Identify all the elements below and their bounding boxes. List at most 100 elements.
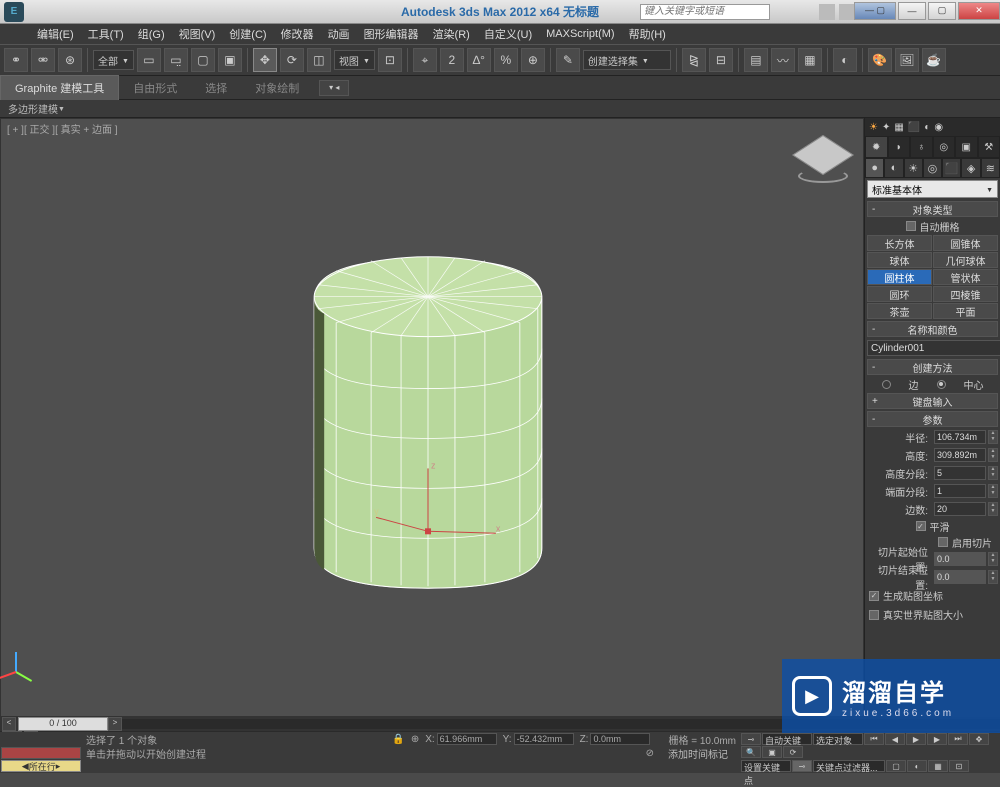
nav-region-icon[interactable]: ▣ — [762, 746, 782, 758]
rollout-keyboard-entry[interactable]: +键盘输入 — [867, 393, 998, 409]
slice-checkbox[interactable] — [938, 537, 948, 547]
prim-torus[interactable]: 圆环 — [867, 286, 932, 302]
playback-end-icon[interactable]: ⏭ — [948, 733, 968, 745]
tab-display-icon[interactable]: ▣ — [955, 136, 978, 158]
maximize-button[interactable]: ▢ — [928, 2, 956, 20]
playback-next-icon[interactable]: ▶ — [927, 733, 947, 745]
radio-edge[interactable] — [882, 380, 891, 389]
rollout-object-type[interactable]: -对象类型 — [867, 201, 998, 217]
spacewarps-icon[interactable]: ◈ — [961, 158, 980, 178]
material-editor-icon[interactable]: ◐ — [833, 48, 857, 72]
time-slider-block[interactable]: 0 / 100 — [18, 717, 108, 731]
select-region-icon[interactable]: ▢ — [191, 48, 215, 72]
cylinder-object[interactable] — [314, 257, 542, 588]
menu-modifiers[interactable]: 修改器 — [274, 24, 321, 44]
render-setup-icon[interactable]: 🎨 — [868, 48, 892, 72]
radio-center[interactable] — [937, 380, 946, 389]
unlink-icon[interactable]: ⚮ — [31, 48, 55, 72]
menu-help[interactable]: 帮助(H) — [622, 24, 673, 44]
rollout-parameters[interactable]: -参数 — [867, 411, 998, 427]
tab-objectpaint[interactable]: 对象绘制 — [241, 76, 313, 100]
status-mini-thumb[interactable] — [1, 747, 81, 759]
primitive-category-dropdown[interactable]: 标准基本体 — [867, 180, 998, 198]
coord-x[interactable]: 61.966mm — [437, 733, 497, 745]
viewport[interactable]: [ + ][ 正交 ][ 真实 + 边面 ] — [0, 118, 864, 717]
app-icon[interactable]: E — [4, 2, 24, 22]
setkey-button[interactable]: 设置关键点 — [741, 760, 791, 772]
tab-modify-icon[interactable]: ◗ — [888, 136, 911, 158]
curve-editor-icon[interactable]: 〰 — [771, 48, 795, 72]
refcoord-dropdown[interactable]: 视图 — [334, 50, 375, 70]
rendered-frame-icon[interactable]: 🖼 — [895, 48, 919, 72]
smooth-checkbox[interactable]: ✓ — [916, 521, 926, 531]
ribbon-expand-button[interactable]: ▾ ◂ — [319, 80, 349, 96]
render-prod-icon[interactable]: ☕ — [922, 48, 946, 72]
nav-zoom-icon[interactable]: 🔍 — [741, 746, 761, 758]
sides-spinner[interactable]: ▲▼ — [988, 502, 998, 516]
viewcube[interactable] — [793, 127, 853, 187]
rollout-name-color[interactable]: -名称和颜色 — [867, 321, 998, 337]
tab-create-icon[interactable]: ✹ — [865, 136, 888, 158]
prim-pyramid[interactable]: 四棱锥 — [933, 286, 998, 302]
keyfilter-button[interactable]: 关键点过滤器... — [813, 760, 885, 772]
prim-cone[interactable]: 圆锥体 — [933, 235, 998, 251]
radius-input[interactable]: 106.734m — [934, 430, 986, 444]
select-manipulate-icon[interactable]: ⌖ — [413, 48, 437, 72]
menu-grapheditors[interactable]: 图形编辑器 — [357, 24, 426, 44]
help-search-input[interactable] — [640, 4, 770, 20]
nav-pan-icon[interactable]: ✥ — [969, 733, 989, 745]
realworld-checkbox[interactable] — [869, 610, 879, 620]
prim-plane[interactable]: 平面 — [933, 303, 998, 319]
playback-start-icon[interactable]: ⏮ — [864, 733, 884, 745]
mirror-icon[interactable]: ⧎ — [682, 48, 706, 72]
systems-icon[interactable]: ≋ — [981, 158, 1000, 178]
keyobj-dropdown[interactable]: 选定对象 — [813, 733, 863, 745]
menu-views[interactable]: 视图(V) — [172, 24, 223, 44]
prim-tube[interactable]: 管状体 — [933, 269, 998, 285]
menu-customize[interactable]: 自定义(U) — [477, 24, 539, 44]
window-crossing-icon[interactable]: ▣ — [218, 48, 242, 72]
schematic-icon[interactable]: ▦ — [798, 48, 822, 72]
selection-filter-dropdown[interactable]: 全部 — [93, 50, 134, 70]
spinner-snap-icon[interactable]: ⊕ — [521, 48, 545, 72]
nav-fov-icon[interactable]: ◐ — [907, 760, 927, 772]
menu-group[interactable]: 组(G) — [131, 24, 172, 44]
nav-maximize-icon[interactable]: ▦ — [928, 760, 948, 772]
edit-named-sel-icon[interactable]: ✎ — [556, 48, 580, 72]
align-icon[interactable]: ⊟ — [709, 48, 733, 72]
scale-icon[interactable]: ◫ — [307, 48, 331, 72]
nav-orbit-icon[interactable]: ⟳ — [783, 746, 803, 758]
radius-spinner[interactable]: ▲▼ — [988, 430, 998, 444]
tab-freeform[interactable]: 自由形式 — [119, 76, 191, 100]
bind-icon[interactable]: ⊛ — [58, 48, 82, 72]
viewport-label[interactable]: [ + ][ 正交 ][ 真实 + 边面 ] — [7, 121, 118, 136]
autokey-button[interactable]: 自动关键点 — [762, 733, 812, 745]
rotate-icon[interactable]: ⟳ — [280, 48, 304, 72]
cameras-icon[interactable]: ◎ — [923, 158, 942, 178]
move-icon[interactable]: ✥ — [253, 48, 277, 72]
inner-min-button[interactable]: — ▢ — [854, 2, 896, 20]
menu-create[interactable]: 创建(C) — [222, 24, 273, 44]
side-tool-icon[interactable]: ✦ — [882, 122, 890, 133]
coord-y[interactable]: -52.432mm — [514, 733, 574, 745]
height-spinner[interactable]: ▲▼ — [988, 448, 998, 462]
height-input[interactable]: 309.892m — [934, 448, 986, 462]
side-tool-icon[interactable]: ◉ — [934, 122, 943, 133]
prim-cylinder[interactable]: 圆柱体 — [867, 269, 932, 285]
select-icon[interactable]: ▭ — [137, 48, 161, 72]
key-big-icon[interactable]: ⊸ — [792, 760, 812, 772]
side-tool-icon[interactable]: ⬛ — [908, 122, 920, 133]
cap-seg-input[interactable]: 1 — [934, 484, 986, 498]
named-selection-dropdown[interactable]: 创建选择集 — [583, 50, 671, 70]
genmap-checkbox[interactable]: ✓ — [869, 591, 879, 601]
select-name-icon[interactable]: ▭̤ — [164, 48, 188, 72]
autogrid-checkbox[interactable] — [906, 221, 916, 231]
menu-animation[interactable]: 动画 — [321, 24, 357, 44]
tab-utilities-icon[interactable]: ⚒ — [978, 136, 1000, 158]
tab-selection[interactable]: 选择 — [191, 76, 241, 100]
coord-mode-icon[interactable]: ⊕ — [411, 734, 419, 745]
nav-zoom-all-icon[interactable]: ▢ — [886, 760, 906, 772]
side-tool-icon[interactable]: ▦ — [894, 122, 903, 133]
helpers-icon[interactable]: ⬛ — [942, 158, 961, 178]
nav-misc-icon[interactable]: ⊡ — [949, 760, 969, 772]
